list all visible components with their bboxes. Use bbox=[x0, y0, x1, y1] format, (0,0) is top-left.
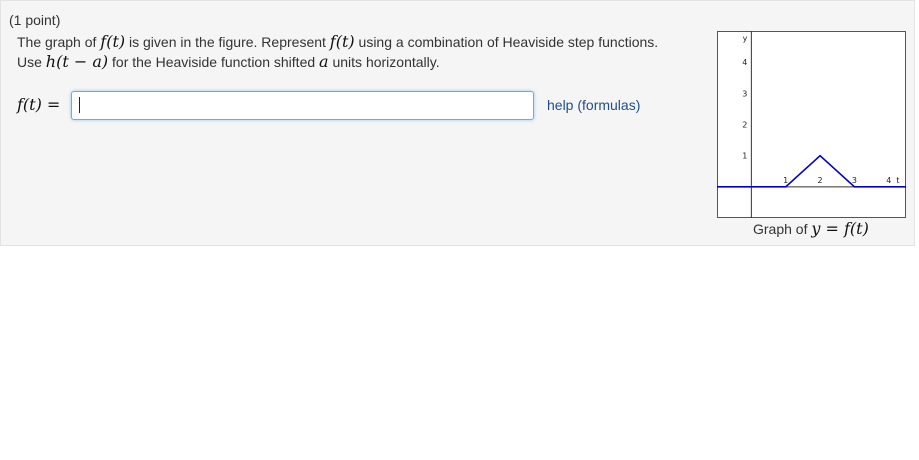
math-f-of-t: f(t) bbox=[100, 32, 126, 51]
y-tick-label: 3 bbox=[742, 89, 747, 98]
y-axis-label: y bbox=[743, 34, 748, 43]
point-value: (1 point) bbox=[9, 12, 61, 28]
statement-text: for the Heaviside function shifted bbox=[108, 54, 320, 70]
statement-text: is given in the figure. Represent bbox=[125, 34, 330, 50]
text-cursor bbox=[79, 97, 80, 113]
x-axis-label: t bbox=[896, 176, 899, 185]
x-tick-label: 2 bbox=[818, 176, 823, 185]
answer-label: f(t) = bbox=[17, 95, 61, 114]
statement-text: using a combination of Heaviside step fu… bbox=[354, 34, 659, 50]
problem-panel: (1 point) The graph of f(t) is given in … bbox=[0, 0, 915, 246]
math-a: a bbox=[319, 52, 329, 71]
help-formulas-link[interactable]: help (formulas) bbox=[547, 97, 640, 113]
problem-statement-line-1: The graph of f(t) is given in the figure… bbox=[17, 32, 658, 51]
function-graph: 1 2 3 41234ty bbox=[717, 31, 906, 218]
statement-text: units horizontally. bbox=[328, 54, 440, 70]
graph-caption: Graph of y = f(t) bbox=[753, 219, 869, 238]
statement-text: Use bbox=[17, 54, 46, 70]
caption-text: Graph of bbox=[753, 221, 812, 237]
caption-math: y = f(t) bbox=[811, 219, 869, 238]
y-tick-label: 2 bbox=[742, 121, 747, 130]
x-tick-label: 3 bbox=[852, 176, 857, 185]
y-tick-label: 1 bbox=[742, 152, 747, 161]
problem-statement-line-2: Use h(t − a) for the Heaviside function … bbox=[17, 52, 440, 71]
statement-text: The graph of bbox=[17, 34, 101, 50]
y-tick-label: 4 bbox=[742, 58, 747, 67]
math-f-of-t: f(t) bbox=[329, 32, 355, 51]
x-tick-label: 1 bbox=[783, 176, 788, 185]
x-tick-label: 4 bbox=[886, 176, 891, 185]
math-heaviside: h(t − a) bbox=[45, 52, 109, 71]
answer-input[interactable] bbox=[71, 91, 534, 120]
